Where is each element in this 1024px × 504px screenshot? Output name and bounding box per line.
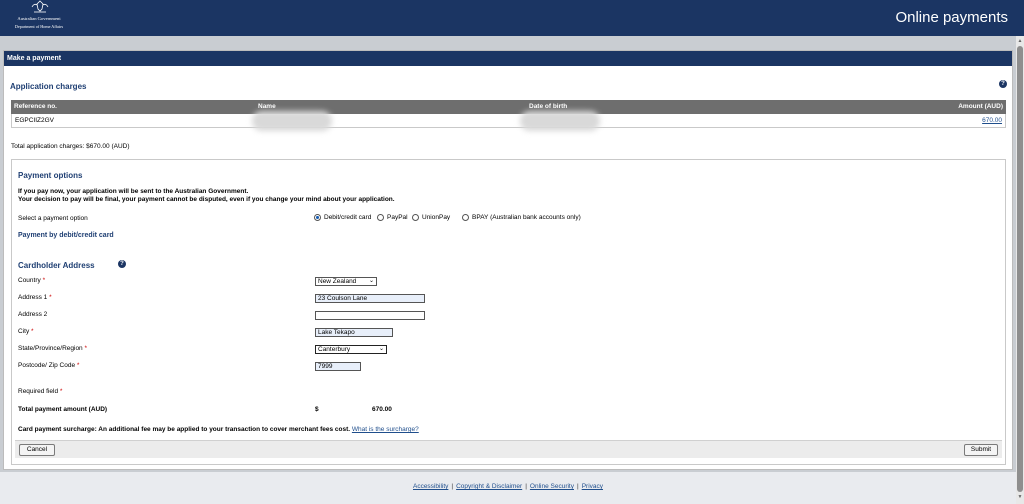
state-label: State/Province/Region * <box>18 345 88 352</box>
radio-bpay[interactable]: BPAY (Australian bank accounts only) <box>462 214 581 221</box>
application-charges-help-icon[interactable]: ? <box>999 80 1007 88</box>
row-reference: EGPCIIZ2GV <box>15 117 55 124</box>
address2-label: Address 2 <box>18 311 48 318</box>
address1-field[interactable]: 23 Coulson Lane <box>315 294 425 303</box>
country-label: Country * <box>18 277 46 284</box>
city-field[interactable]: Lake Tekapo <box>315 328 393 337</box>
radio-selected-icon[interactable] <box>314 214 321 221</box>
radio-unionpay[interactable]: UnionPay <box>412 214 450 221</box>
footer-link-privacy[interactable]: Privacy <box>582 483 603 490</box>
radio-icon[interactable] <box>462 214 469 221</box>
currency-symbol: $ <box>315 406 319 413</box>
scroll-up-icon[interactable]: ▲ <box>1017 38 1023 44</box>
gov-line-2: Department of Home Affairs <box>14 24 64 29</box>
col-reference: Reference no. <box>14 103 57 110</box>
address1-label: Address 1 * <box>18 294 52 301</box>
footer-link-copyright[interactable]: Copyright & Disclaimer <box>456 483 522 490</box>
submit-button[interactable]: Submit <box>964 444 998 456</box>
surcharge-note: Card payment surcharge: An additional fe… <box>18 426 419 433</box>
city-label: City * <box>18 328 34 335</box>
col-amount: Amount (AUD) <box>958 103 1003 110</box>
coat-of-arms-icon <box>31 0 49 13</box>
payment-note-2: Your decision to pay will be final, your… <box>18 196 395 203</box>
payment-options-panel: Payment options If you pay now, your app… <box>11 159 1006 465</box>
footer-separator: | <box>576 483 579 490</box>
radio-debit-credit-card[interactable]: Debit/credit card <box>314 214 371 221</box>
country-select[interactable]: New Zealand ⌄ <box>315 277 377 286</box>
scroll-thumb[interactable] <box>1017 46 1023 492</box>
postcode-label: Postcode/ Zip Code * <box>18 362 80 369</box>
card-header: Make a payment <box>4 51 1012 66</box>
cancel-button[interactable]: Cancel <box>19 444 55 456</box>
address2-field[interactable] <box>315 311 425 320</box>
page-scrollbar[interactable]: ▲ ▼ <box>1016 36 1024 504</box>
footer: Accessibility | Copyright & Disclaimer | Onl… <box>0 472 1016 504</box>
required-field-note: Required field * <box>18 388 63 395</box>
top-banner: Australian Government Department of Home… <box>0 0 1024 36</box>
footer-links: Accessibility | Copyright & Disclaimer | Onl… <box>0 483 1016 490</box>
button-bar: Cancel Submit <box>15 440 1002 458</box>
footer-separator: | <box>451 483 454 490</box>
gov-line-1: Australian Government <box>17 16 61 21</box>
chevron-down-icon: ⌄ <box>378 346 384 352</box>
table-row: EGPCIIZ2GV 670.00 <box>11 111 1006 131</box>
postcode-field[interactable]: 7999 <box>315 362 361 371</box>
total-application-charges: Total application charges: $670.00 (AUD) <box>11 143 130 150</box>
government-logo: Australian Government Department of Home… <box>6 0 72 34</box>
footer-link-security[interactable]: Online Security <box>530 483 574 490</box>
charges-table-header: Reference no. Name Date of birth Amount … <box>11 100 1006 114</box>
cardholder-address-heading: Cardholder Address <box>18 261 95 270</box>
cardholder-help-icon[interactable]: ? <box>118 260 126 268</box>
payment-options-heading: Payment options <box>18 171 83 180</box>
surcharge-link[interactable]: What is the surcharge? <box>352 426 419 433</box>
payment-note-1: If you pay now, your application will be… <box>18 188 249 195</box>
total-payment-value: 670.00 <box>372 406 392 413</box>
row-amount-link[interactable]: 670.00 <box>982 117 1002 124</box>
application-charges-heading: Application charges <box>10 82 87 91</box>
radio-paypal[interactable]: PayPal <box>377 214 408 221</box>
radio-icon[interactable] <box>377 214 384 221</box>
total-payment-label: Total payment amount (AUD) <box>18 406 108 413</box>
radio-icon[interactable] <box>412 214 419 221</box>
payment-method-heading: Payment by debit/credit card <box>18 232 114 239</box>
site-title: Online payments <box>895 9 1008 26</box>
footer-separator: | <box>525 483 527 490</box>
redacted-dob <box>520 111 600 131</box>
select-payment-label: Select a payment option <box>18 215 88 222</box>
footer-link-accessibility[interactable]: Accessibility <box>413 483 448 490</box>
state-select[interactable]: Canterbury ⌄ <box>315 345 387 354</box>
scroll-down-icon[interactable]: ▼ <box>1017 494 1023 500</box>
redacted-name <box>252 111 332 131</box>
chevron-down-icon: ⌄ <box>368 278 374 284</box>
payment-card: Make a payment Application charges ? Ref… <box>3 50 1013 470</box>
